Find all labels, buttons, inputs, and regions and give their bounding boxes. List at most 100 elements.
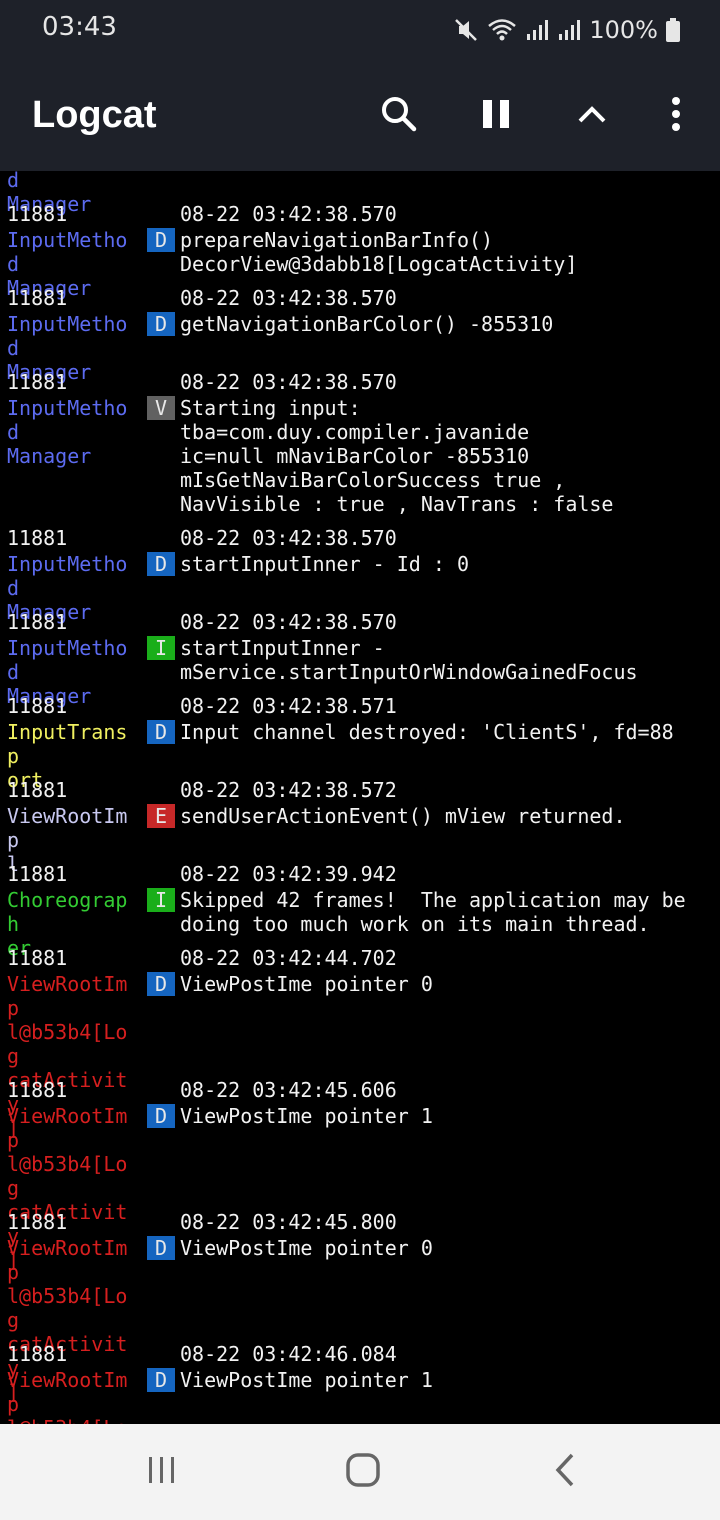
log-level-badge: D <box>147 312 175 336</box>
log-message: Input channel destroyed: 'ClientS', fd=8… <box>180 720 674 744</box>
log-entry[interactable]: 11881 08-22 03:42:44.702 ViewRootImp l@b53… <box>0 942 720 1140</box>
more-vert-icon <box>670 96 682 136</box>
pause-button[interactable] <box>468 88 524 144</box>
log-entry-header: 11881 08-22 03:42:38.570 <box>0 606 720 636</box>
log-message: prepareNavigationBarInfo() DecorView@3da… <box>180 228 578 276</box>
log-entry[interactable]: 11881 08-22 03:42:38.570 InputMethod Manag… <box>0 522 720 624</box>
log-timestamp: 08-22 03:42:38.570 <box>180 526 397 550</box>
log-level-badge: I <box>147 888 175 912</box>
log-timestamp: 08-22 03:42:44.702 <box>180 946 397 970</box>
recent-apps-button[interactable] <box>134 1448 190 1496</box>
log-message: startInputInner - Id : 0 <box>180 552 469 576</box>
back-button[interactable] <box>537 1448 593 1496</box>
log-message: sendUserActionEvent() mView returned. <box>180 804 626 828</box>
battery-percent: 100% <box>589 16 658 44</box>
log-message: ViewPostIme pointer 1 <box>180 1368 433 1392</box>
log-pid: 11881 <box>7 1210 68 1234</box>
log-pid: 11881 <box>7 526 68 550</box>
log-timestamp: 08-22 03:42:38.570 <box>180 610 397 634</box>
log-entry[interactable]: 11881 08-22 03:42:45.606 ViewRootImp l@b53… <box>0 1074 720 1272</box>
log-message: Starting input: tba=com.duy.compiler.jav… <box>180 396 614 516</box>
log-pid: 11881 <box>7 1078 68 1102</box>
chevron-up-icon <box>577 104 607 128</box>
log-pid: 11881 <box>7 286 68 310</box>
log-timestamp: 08-22 03:42:39.942 <box>180 862 397 886</box>
log-timestamp: 08-22 03:42:38.572 <box>180 778 397 802</box>
log-entry-header: 11881 08-22 03:42:38.572 <box>0 774 720 804</box>
log-entry-header: 11881 08-22 03:42:38.570 <box>0 522 720 552</box>
log-timestamp: 08-22 03:42:45.606 <box>180 1078 397 1102</box>
log-entry-body: InputTransp ort D Input channel destroyed:… <box>0 720 720 792</box>
log-message: startInputInner - mService.startInputOrW… <box>180 636 638 684</box>
log-entry-body: InputMethod Manager DstartInputInner - Id… <box>0 552 720 624</box>
search-icon <box>379 94 419 138</box>
log-level-badge: D <box>147 1104 175 1128</box>
log-level-badge: V <box>147 396 175 420</box>
log-message: getNavigationBarColor() -855310 <box>180 312 554 336</box>
log-entry-header: 11881 08-22 03:42:45.606 <box>0 1074 720 1104</box>
log-message: ViewPostIme pointer 0 <box>180 1236 433 1260</box>
log-level-badge: D <box>147 1368 175 1392</box>
log-timestamp: 08-22 03:42:38.570 <box>180 202 397 226</box>
home-button[interactable] <box>335 1448 391 1496</box>
log-entry[interactable]: 11881 08-22 03:42:45.800 ViewRootImp l@b53… <box>0 1206 720 1404</box>
log-entry[interactable]: 11881 08-22 03:42:38.570 InputMethod Manag… <box>0 282 720 384</box>
app-bar: Logcat <box>0 60 720 171</box>
app-title: Logcat <box>32 94 157 136</box>
search-button[interactable] <box>371 88 427 144</box>
status-bar: 03:43 100% <box>0 0 720 60</box>
log-entry-body: ViewRootImp l@b53b4[Log catActivity ] DVi… <box>0 1368 720 1424</box>
log-level-badge: I <box>147 636 175 660</box>
log-pid: 11881 <box>7 694 68 718</box>
log-entry[interactable]: 11881 08-22 03:42:39.942 Choreograph er I Sk… <box>0 858 720 960</box>
log-entry[interactable]: 11881 08-22 03:42:38.570 InputMethod Manag… <box>0 198 720 300</box>
log-pid: 11881 <box>7 862 68 886</box>
log-tag: InputMethod Manager <box>7 396 128 468</box>
status-icons: 100% <box>453 14 680 46</box>
log-entry-body: InputMethod ManagerDgetNavigationBarColo… <box>0 312 720 384</box>
log-timestamp: 08-22 03:42:38.570 <box>180 370 397 394</box>
mute-icon <box>453 17 479 43</box>
log-pid: 11881 <box>7 202 68 226</box>
log-entry[interactable]: 11881 08-22 03:42:38.571 InputTransp ort D I… <box>0 690 720 792</box>
log-level-badge: E <box>147 804 175 828</box>
log-tag: ViewRootImp l@b53b4[Log catActivity ] <box>7 1368 128 1424</box>
log-entry[interactable]: 11881 08-22 03:42:38.570 InputMethod Manag… <box>0 606 720 708</box>
log-entry-body: ViewRootImp l@b53b4[Log catActivity ]DVi… <box>0 972 720 1140</box>
navigation-bar <box>0 1424 720 1520</box>
log-timestamp: 08-22 03:42:38.570 <box>180 286 397 310</box>
more-options-button[interactable] <box>648 88 704 144</box>
log-level-badge: D <box>147 972 175 996</box>
log-entry-header: 11881 08-22 03:42:45.800 <box>0 1206 720 1236</box>
log-pid: 11881 <box>7 370 68 394</box>
recent-apps-icon <box>146 1455 178 1489</box>
log-entry[interactable]: 1188108-22 03:42:46.084ViewRootImp l@b53… <box>0 1338 720 1424</box>
log-entry-header: 11881 08-22 03:42:38.570 <box>0 198 720 228</box>
log-entry-body: InputMethod Manager DprepareNavigationBar… <box>0 228 720 300</box>
log-entry-body: InputMethod Manager IstartInputInner - mS… <box>0 636 720 708</box>
home-icon <box>345 1452 381 1492</box>
log-entry[interactable]: InputMethod ManagerDgetNavigationBarColo… <box>0 171 720 216</box>
wifi-icon <box>487 17 517 43</box>
log-level-badge: D <box>147 552 175 576</box>
log-entry-body: ViewRootImp l@b53b4[Log catActivity ]DVi… <box>0 1236 720 1404</box>
log-timestamp: 08-22 03:42:38.571 <box>180 694 397 718</box>
log-entry-header: 11881 08-22 03:42:38.570 <box>0 366 720 396</box>
log-list-inner: InputMethod Manager DgetNavigationBarColo… <box>0 171 720 1424</box>
log-entry-header: 11881 08-22 03:42:46.084 <box>0 1338 720 1368</box>
log-entry[interactable]: 11881 08-22 03:42:38.570 InputMethod Manag… <box>0 366 720 516</box>
log-entry[interactable]: 11881 08-22 03:42:38.572 ViewRootImp l Esen… <box>0 774 720 876</box>
log-level-badge: D <box>147 228 175 252</box>
log-pid: 11881 <box>7 778 68 802</box>
log-entry-header: 11881 08-22 03:42:44.702 <box>0 942 720 972</box>
log-entry-header: 11881 08-22 03:42:38.571 <box>0 690 720 720</box>
log-entry-body: InputMethod ManagerDgetNavigationBarColo… <box>0 171 720 216</box>
signal-icon <box>557 18 581 42</box>
scroll-top-button[interactable] <box>564 88 620 144</box>
log-pid: 11881 <box>7 610 68 634</box>
signal-icon <box>525 18 549 42</box>
log-list[interactable]: InputMethod Manager DgetNavigationBarColo… <box>0 171 720 1424</box>
log-level-badge: D <box>147 720 175 744</box>
log-entry-header: 11881 08-22 03:42:38.570 <box>0 282 720 312</box>
log-entry-body: ViewRootImp l@b53b4[Log catActivity ]DVi… <box>0 1104 720 1272</box>
